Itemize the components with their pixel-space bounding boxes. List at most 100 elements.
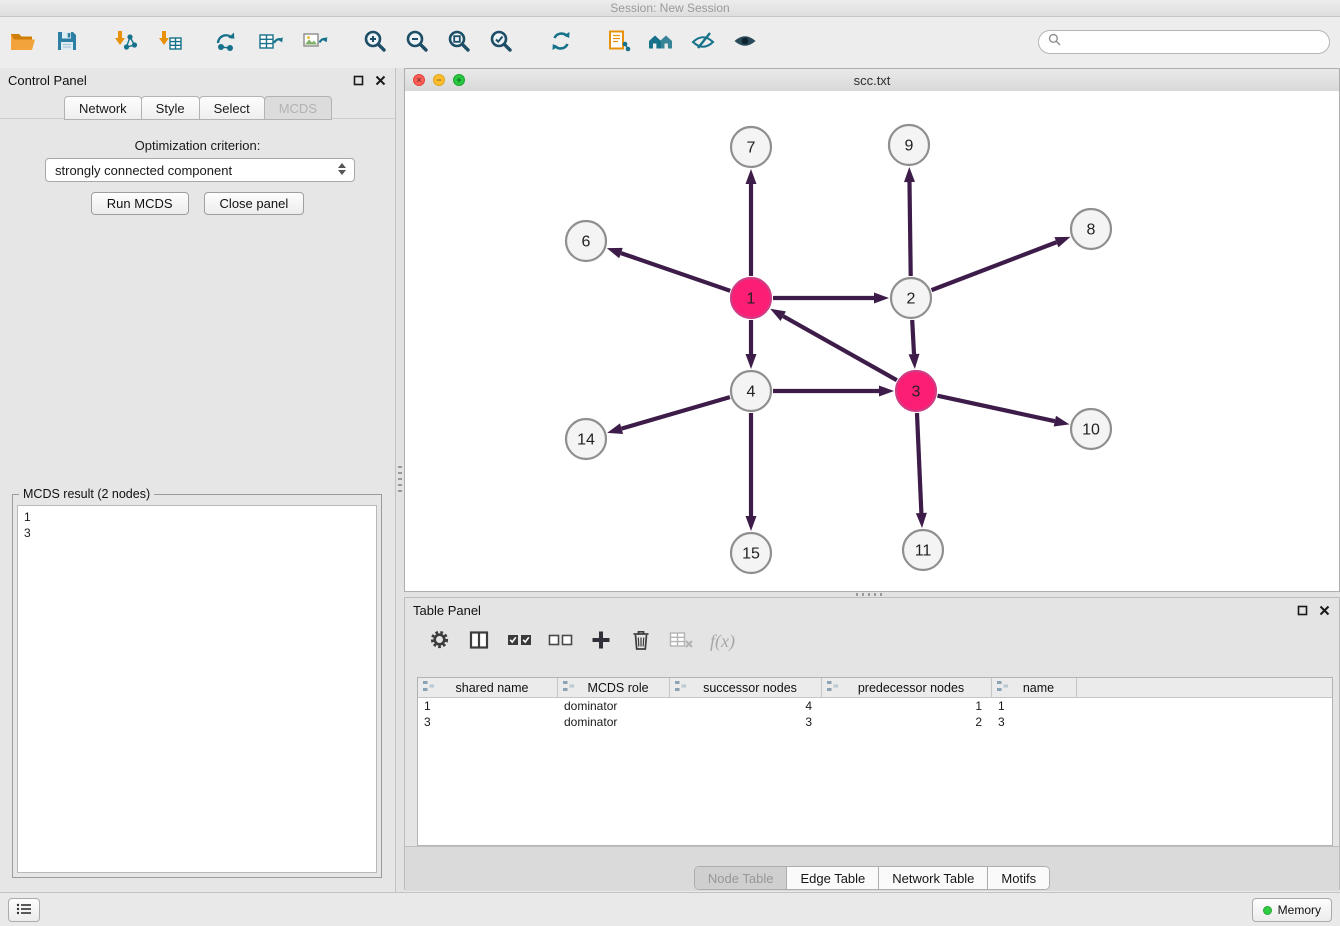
- minimize-window-icon[interactable]: −: [433, 74, 445, 86]
- graph-node-4[interactable]: 4: [731, 371, 771, 411]
- zoom-window-icon[interactable]: +: [453, 74, 465, 86]
- gear-icon: [429, 629, 450, 653]
- empty-boxes-icon: [548, 632, 573, 651]
- criterion-select[interactable]: strongly connected component: [45, 158, 355, 182]
- tab-network[interactable]: Network: [64, 96, 142, 120]
- save-session-button[interactable]: [52, 25, 82, 61]
- vertical-splitter[interactable]: [396, 68, 404, 892]
- close-window-icon[interactable]: ×: [413, 74, 425, 86]
- float-panel-icon[interactable]: [1296, 604, 1309, 617]
- import-table-button[interactable]: [154, 25, 184, 61]
- refresh-view-button[interactable]: [546, 25, 576, 61]
- mcds-result-group: MCDS result (2 nodes) 1 3: [12, 494, 382, 878]
- zoom-out-button[interactable]: [402, 25, 432, 61]
- new-column-button[interactable]: [589, 626, 613, 656]
- graph-node-8[interactable]: 8: [1071, 209, 1111, 249]
- graph-node-14[interactable]: 14: [566, 419, 606, 459]
- table-panel-header: Table Panel: [405, 598, 1339, 622]
- criterion-selected-value: strongly connected component: [55, 163, 232, 178]
- function-builder-button: f(x): [710, 626, 735, 656]
- refresh-icon: [549, 29, 573, 56]
- table-panel: Table Panel: [404, 597, 1340, 890]
- graph-node-15[interactable]: 15: [731, 533, 771, 573]
- close-panel-icon[interactable]: [374, 74, 387, 87]
- toggle-columns-button[interactable]: [467, 626, 491, 656]
- column-header-predecessor-nodes[interactable]: predecessor nodes: [822, 678, 992, 697]
- tab-node-table[interactable]: Node Table: [695, 867, 787, 889]
- memory-label: Memory: [1278, 903, 1321, 917]
- graph-node-11[interactable]: 11: [903, 530, 943, 570]
- mcds-result-list[interactable]: 1 3: [17, 505, 377, 873]
- zoom-out-icon: [405, 29, 429, 56]
- tab-motifs[interactable]: Motifs: [987, 867, 1049, 889]
- svg-text:1: 1: [747, 291, 756, 308]
- table-toolbar: f(x): [405, 620, 1339, 662]
- sort-icon: [996, 680, 1009, 695]
- zoom-in-icon: [363, 29, 387, 56]
- optimization-criterion-label: Optimization criterion:: [0, 138, 395, 153]
- column-header-mcds-role[interactable]: MCDS role: [558, 678, 670, 697]
- select-all-button[interactable]: [507, 626, 532, 656]
- column-header-shared-name[interactable]: shared name: [418, 678, 558, 697]
- zoom-fit-icon: [447, 29, 471, 56]
- network-selection-icon: [214, 29, 240, 56]
- houses-icon: [647, 29, 675, 56]
- svg-text:8: 8: [1087, 222, 1096, 239]
- close-panel-icon[interactable]: [1318, 604, 1331, 617]
- deselect-all-button[interactable]: [548, 626, 573, 656]
- graph-node-6[interactable]: 6: [566, 221, 606, 261]
- new-network-from-selection-button[interactable]: [212, 25, 242, 61]
- tab-style[interactable]: Style: [141, 96, 200, 120]
- panel-selector-button[interactable]: [8, 898, 40, 922]
- close-panel-button[interactable]: Close panel: [204, 192, 305, 215]
- delete-columns-button[interactable]: [629, 626, 653, 656]
- show-hide-button[interactable]: [730, 25, 760, 61]
- export-table-button[interactable]: [256, 25, 286, 61]
- search-input[interactable]: [1066, 32, 1329, 52]
- table-row[interactable]: 1 dominator 4 1 1: [418, 698, 1332, 714]
- zoom-in-button[interactable]: [360, 25, 390, 61]
- tab-select[interactable]: Select: [199, 96, 265, 120]
- zoom-fit-button[interactable]: [444, 25, 474, 61]
- svg-text:7: 7: [747, 140, 756, 157]
- column-header-name[interactable]: name: [992, 678, 1077, 697]
- control-panel: Control Panel Network Style Select MCDS …: [0, 68, 396, 892]
- graph-node-9[interactable]: 9: [889, 125, 929, 165]
- mcds-result-item: 3: [18, 525, 376, 541]
- import-table-icon: [156, 29, 182, 56]
- export-table-icon: [258, 29, 284, 56]
- zoom-selected-button[interactable]: [486, 25, 516, 61]
- float-panel-icon[interactable]: [352, 74, 365, 87]
- svg-text:9: 9: [905, 138, 914, 155]
- control-panel-title: Control Panel: [8, 73, 87, 88]
- graph-node-2[interactable]: 2: [891, 278, 931, 318]
- open-file-button[interactable]: [8, 25, 38, 61]
- graph-node-3[interactable]: 3: [896, 371, 936, 411]
- svg-text:4: 4: [747, 384, 756, 401]
- network-window-titlebar[interactable]: scc.txt × − +: [405, 69, 1339, 92]
- graph-node-7[interactable]: 7: [731, 127, 771, 167]
- copy-view-button[interactable]: [604, 25, 634, 61]
- export-image-button[interactable]: [300, 25, 330, 61]
- table-row[interactable]: 3 dominator 3 2 3: [418, 714, 1332, 730]
- graph-node-10[interactable]: 10: [1071, 409, 1111, 449]
- first-neighbors-button[interactable]: [646, 25, 676, 61]
- tab-mcds[interactable]: MCDS: [264, 96, 332, 120]
- search-field[interactable]: [1038, 30, 1330, 54]
- run-mcds-button[interactable]: Run MCDS: [91, 192, 189, 215]
- column-header-successor-nodes[interactable]: successor nodes: [670, 678, 822, 697]
- network-graph-canvas[interactable]: 7 9 6 8 1 2 4 3 14 10 15 11: [405, 91, 1339, 591]
- sort-icon: [562, 680, 575, 695]
- tab-network-table[interactable]: Network Table: [878, 867, 987, 889]
- table-mode-button[interactable]: [427, 626, 451, 656]
- memory-button[interactable]: Memory: [1252, 898, 1332, 922]
- eye-icon: [732, 29, 758, 56]
- graph-node-1[interactable]: 1: [731, 278, 771, 318]
- node-table: shared name MCDS role successor nodes pr…: [417, 677, 1333, 846]
- tab-edge-table[interactable]: Edge Table: [786, 867, 878, 889]
- import-network-button[interactable]: [110, 25, 140, 61]
- plus-icon: [590, 629, 612, 654]
- mcds-result-title: MCDS result (2 nodes): [19, 487, 154, 501]
- graphics-details-button[interactable]: [688, 25, 718, 61]
- sort-icon: [674, 680, 687, 695]
